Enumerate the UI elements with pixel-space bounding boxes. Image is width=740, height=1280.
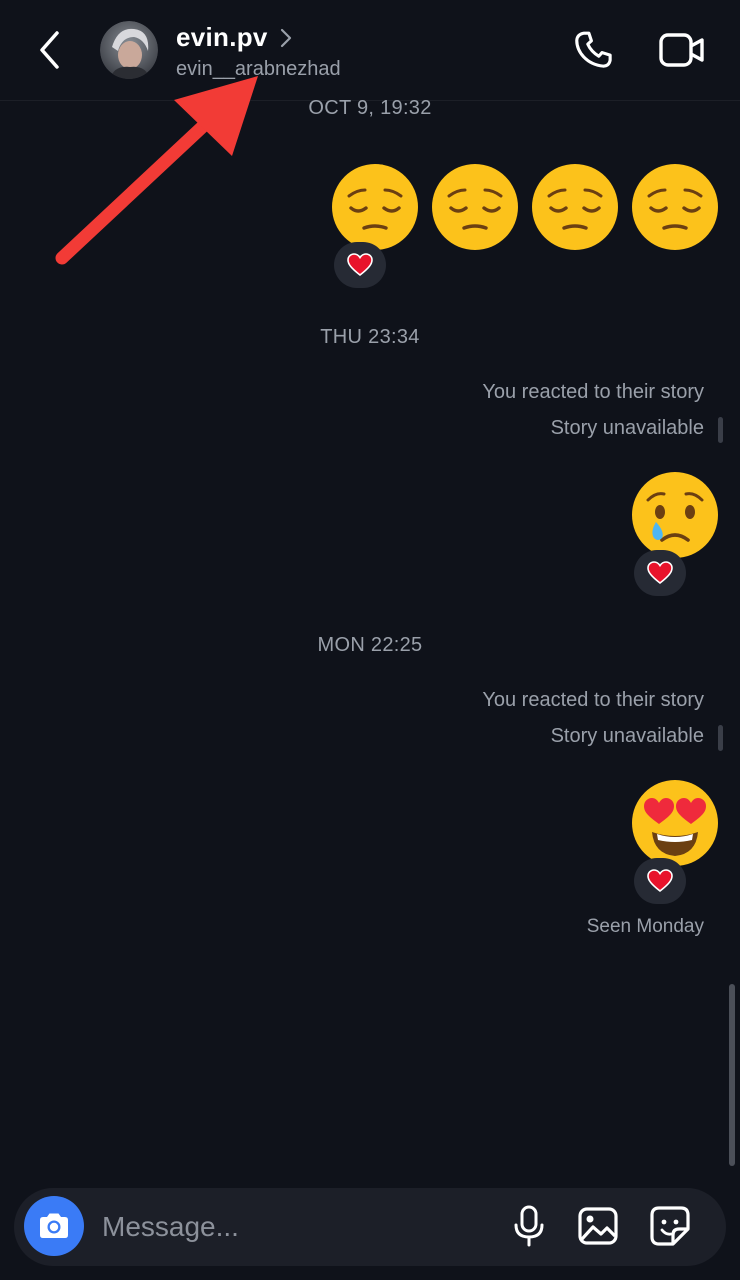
heart-icon <box>647 561 673 585</box>
camera-button[interactable] <box>24 1196 84 1256</box>
gallery-button[interactable] <box>572 1198 624 1254</box>
sticker-button[interactable] <box>644 1198 696 1254</box>
audio-call-button[interactable] <box>566 24 622 76</box>
heart-icon <box>647 869 673 893</box>
video-camera-icon <box>659 33 704 67</box>
story-unavailable-label: Story unavailable <box>550 725 704 747</box>
story-unavailable-label: Story unavailable <box>550 417 704 439</box>
profile-name-row[interactable]: evin.pv <box>176 22 294 53</box>
avatar[interactable] <box>100 21 158 79</box>
chevron-right-icon <box>280 28 291 47</box>
contact-username: evin__arabnezhad <box>176 58 341 80</box>
heart-icon <box>347 253 373 277</box>
video-call-button[interactable] <box>652 24 712 76</box>
pensive-face-emoji[interactable] <box>330 162 420 252</box>
image-gallery-icon <box>578 1207 618 1245</box>
sticker-icon <box>650 1206 690 1246</box>
back-button[interactable] <box>28 22 72 78</box>
story-reaction-note: You reacted to their story <box>482 381 704 403</box>
timestamp: MON 22:25 <box>317 634 423 656</box>
pensive-face-emoji[interactable] <box>530 162 620 252</box>
contact-name: evin.pv <box>176 22 268 52</box>
pensive-face-emoji[interactable] <box>430 162 520 252</box>
timestamp: OCT 9, 19:32 <box>308 97 432 119</box>
microphone-icon <box>514 1205 544 1247</box>
seen-status: Seen Monday <box>586 916 704 937</box>
scrollbar[interactable] <box>729 984 735 1166</box>
story-reply-bar <box>718 725 723 751</box>
heart-eyes-face-emoji[interactable] <box>630 778 720 868</box>
chevron-left-icon <box>40 31 59 69</box>
heart-reaction[interactable] <box>634 858 686 904</box>
story-reply-bar <box>718 417 723 443</box>
message-input[interactable] <box>100 1198 484 1256</box>
heart-reaction[interactable] <box>334 242 386 288</box>
phone-icon <box>575 31 612 68</box>
crying-face-emoji[interactable] <box>630 470 720 560</box>
timestamp: THU 23:34 <box>320 326 420 348</box>
story-reaction-note: You reacted to their story <box>482 689 704 711</box>
pensive-face-emoji[interactable] <box>630 162 720 252</box>
heart-reaction[interactable] <box>634 550 686 596</box>
voice-message-button[interactable] <box>506 1198 552 1254</box>
camera-icon <box>40 1213 68 1238</box>
